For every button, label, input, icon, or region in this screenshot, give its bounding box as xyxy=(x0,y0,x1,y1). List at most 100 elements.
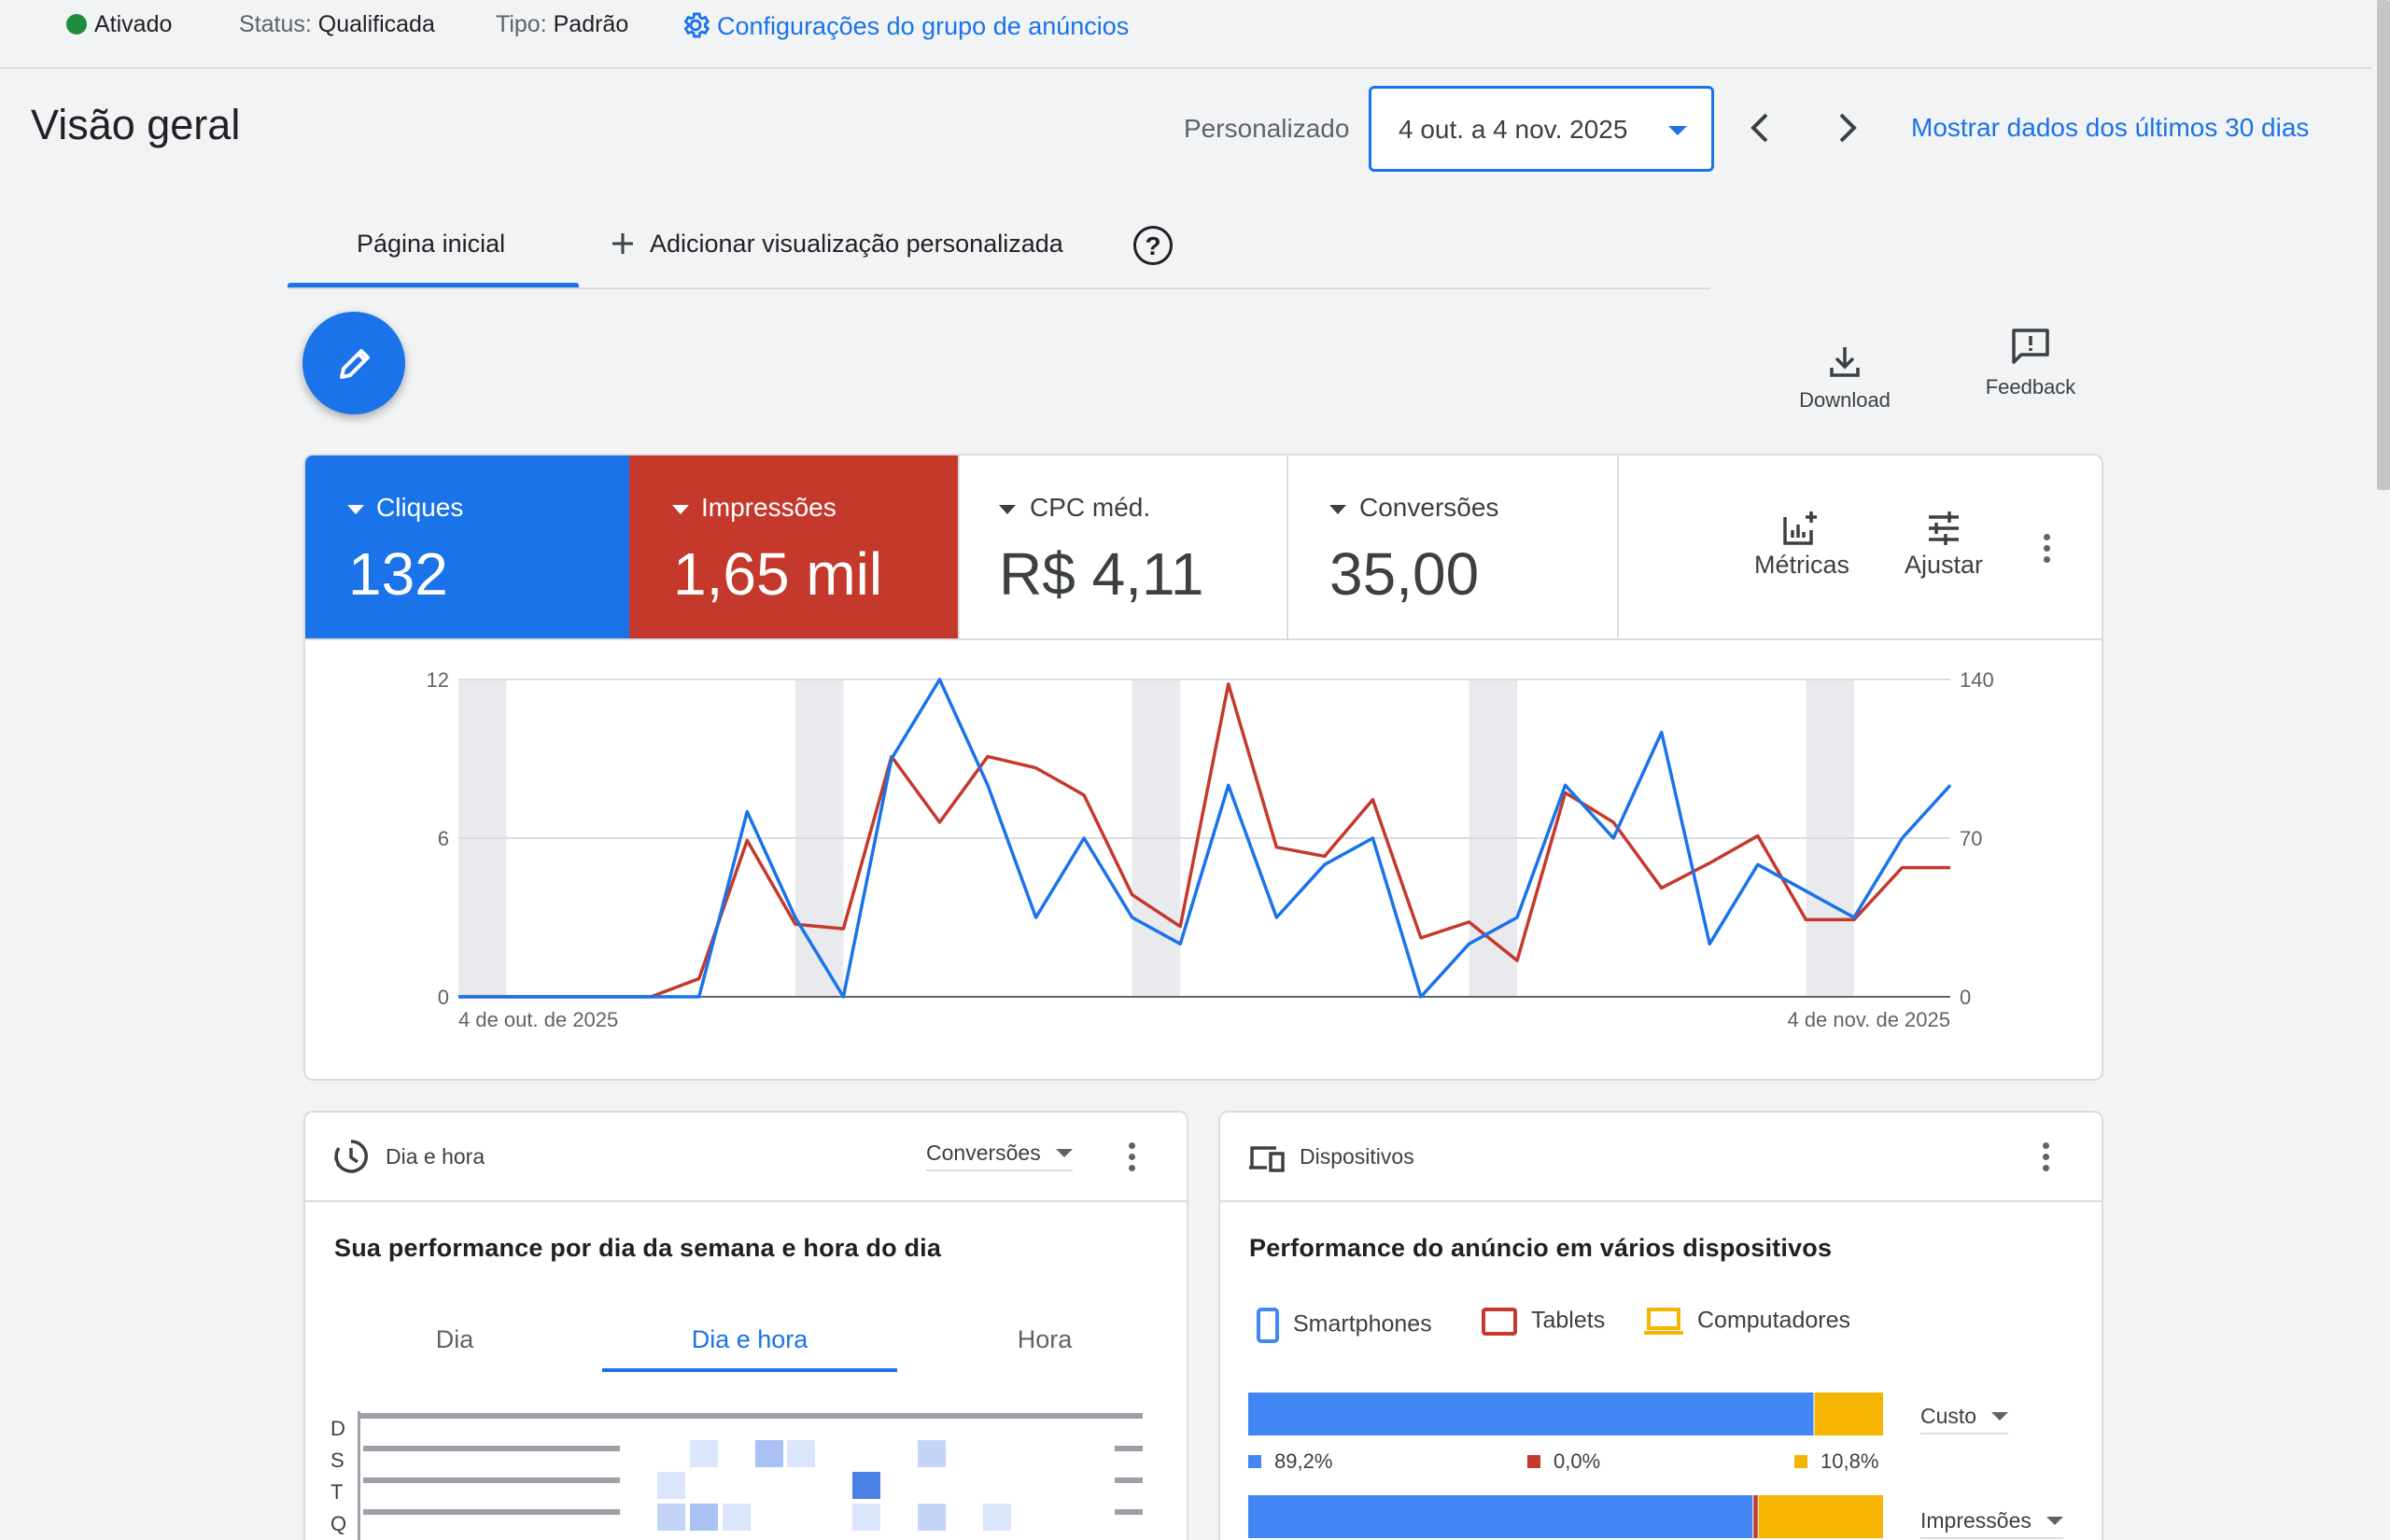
conversions-select[interactable]: Conversões xyxy=(926,1141,1074,1171)
next-period-icon[interactable] xyxy=(1828,107,1865,148)
pencil-icon xyxy=(340,349,370,379)
day-hour-heatmap xyxy=(358,1411,1143,1540)
metrics-button[interactable]: Métricas xyxy=(1741,510,1863,580)
metric-value: 1,65 mil xyxy=(673,540,883,608)
metric-tile-impressions[interactable]: Impressões 1,65 mil xyxy=(629,455,958,638)
schedule-icon xyxy=(334,1140,368,1173)
gear-icon xyxy=(683,12,710,38)
previous-period-icon[interactable] xyxy=(1742,107,1779,148)
download-label: Download xyxy=(1799,388,1891,412)
segment-day-hour[interactable]: Dia e hora xyxy=(602,1325,897,1354)
ad-group-settings-link[interactable]: Configurações do grupo de anúncios xyxy=(680,9,1129,41)
cost-metric-select[interactable]: Custo xyxy=(1920,1404,2009,1435)
caret-down-icon xyxy=(347,505,364,514)
adjust-button[interactable]: Ajustar xyxy=(1883,510,2004,580)
metric-value: 132 xyxy=(348,540,448,608)
select-value: Conversões xyxy=(926,1141,1041,1165)
share-tablets: 0,0% xyxy=(1527,1449,1600,1474)
download-button[interactable]: Download xyxy=(1789,343,1901,413)
enabled-status[interactable]: Ativado xyxy=(66,11,172,38)
active-segment-indicator xyxy=(602,1368,897,1372)
day-hour-card: Dia e hora Conversões Sua performance po… xyxy=(303,1111,1188,1540)
tab-home[interactable]: Página inicial xyxy=(357,230,505,259)
eligibility-status: Status: Qualificada xyxy=(239,11,435,38)
legend-label: Smartphones xyxy=(1293,1310,1432,1337)
segment-day[interactable]: Dia xyxy=(307,1325,602,1354)
page-scrollbar[interactable] xyxy=(2377,0,2390,490)
show-last-30-days-link[interactable]: Mostrar dados dos últimos 30 dias xyxy=(1911,113,2309,143)
bar-segment-computers xyxy=(1758,1495,1883,1538)
card-header: Dispositivos xyxy=(1220,1113,2102,1202)
select-value: Custo xyxy=(1920,1404,1977,1428)
performance-line-chart: 12 6 0 140 70 0 4 de out. de 2025 4 de nov. de … xyxy=(427,668,1994,1031)
devices-card: Dispositivos Performance do anúncio em v… xyxy=(1218,1111,2103,1540)
ad-group-type: Tipo: Padrão xyxy=(496,11,628,38)
share-label: 0,0% xyxy=(1554,1449,1601,1473)
feedback-button[interactable]: Feedback xyxy=(1975,327,2087,399)
status-label: Status: xyxy=(239,11,312,37)
share-label: 89,2% xyxy=(1274,1449,1333,1473)
feedback-label: Feedback xyxy=(1985,375,2076,399)
card-subtitle: Sua performance por dia da semana e hora… xyxy=(334,1234,942,1262)
more-options-icon[interactable] xyxy=(2043,534,2050,567)
y-left-tick: 0 xyxy=(438,986,449,1009)
add-custom-view-label: Adicionar visualização personalizada xyxy=(650,230,1063,258)
tabs-divider xyxy=(288,287,1710,289)
y-left-tick: 12 xyxy=(427,668,449,692)
more-options-icon[interactable] xyxy=(2042,1142,2049,1176)
segment-hour[interactable]: Hora xyxy=(897,1325,1187,1354)
tab-add-custom-view[interactable]: Adicionar visualização personalizada xyxy=(611,230,1063,259)
x-start-label: 4 de out. de 2025 xyxy=(458,1008,618,1031)
metric-tile-avg-cpc[interactable]: CPC méd. R$ 4,11 xyxy=(958,455,1286,638)
ad-group-status-bar: Ativado Status: Qualificada Tipo: Padrão… xyxy=(0,0,2371,69)
period-label: Personalizado xyxy=(1184,114,1350,143)
x-end-label: 4 de nov. de 2025 xyxy=(1787,1008,1950,1031)
feedback-icon xyxy=(2012,329,2049,364)
dropdown-arrow-icon xyxy=(2046,1517,2064,1525)
date-range-select[interactable]: 4 out. a 4 nov. 2025 xyxy=(1369,86,1714,172)
impressions-metric-select[interactable]: Impressões xyxy=(1920,1508,2064,1539)
share-smartphones: 89,2% xyxy=(1248,1449,1332,1474)
bar-segment-smartphones xyxy=(1248,1393,1815,1435)
status-value: Qualificada xyxy=(317,11,435,37)
legend-smartphones: Smartphones xyxy=(1256,1307,1432,1344)
metrics-label: Métricas xyxy=(1753,551,1849,579)
legend-label: Computadores xyxy=(1697,1307,1850,1334)
legend-label: Tablets xyxy=(1531,1307,1606,1334)
caret-down-icon xyxy=(999,505,1016,514)
metric-name: Conversões xyxy=(1359,493,1499,522)
status-dot-icon xyxy=(66,14,87,35)
more-options-icon[interactable] xyxy=(1128,1142,1135,1176)
edit-fab-button[interactable] xyxy=(302,312,405,414)
tablet-icon xyxy=(1482,1308,1517,1336)
type-label: Tipo: xyxy=(496,11,547,37)
help-icon[interactable]: ? xyxy=(1133,226,1173,265)
y-right-tick: 140 xyxy=(1960,668,1994,692)
card-subtitle: Performance do anúncio em vários disposi… xyxy=(1249,1234,1833,1262)
smartphone-icon xyxy=(1257,1308,1279,1343)
tune-icon xyxy=(1929,511,1959,545)
adjust-label: Ajustar xyxy=(1904,551,1984,579)
metric-tile-conversions[interactable]: Conversões 35,00 xyxy=(1288,455,1617,638)
date-range-value: 4 out. a 4 nov. 2025 xyxy=(1399,115,1628,144)
share-label: 10,8% xyxy=(1821,1449,1879,1473)
y-right-tick: 0 xyxy=(1960,986,1971,1009)
caret-down-icon xyxy=(672,505,689,514)
metric-tile-clicks[interactable]: Cliques 132 xyxy=(305,455,629,638)
tile-divider xyxy=(1617,455,1619,638)
share-computers: 10,8% xyxy=(1794,1449,1878,1474)
dropdown-arrow-icon xyxy=(1991,1412,2009,1421)
bar-segment-computers xyxy=(1814,1393,1883,1435)
metric-value: R$ 4,11 xyxy=(999,540,1204,608)
card-title: Dia e hora xyxy=(386,1144,485,1169)
y-left-tick: 6 xyxy=(438,827,449,850)
active-tab-indicator xyxy=(288,283,579,287)
type-value: Padrão xyxy=(553,11,629,37)
plus-icon xyxy=(612,233,633,254)
enabled-status-text: Ativado xyxy=(94,11,173,37)
y-right-tick: 70 xyxy=(1960,827,1982,850)
legend-computers: Computadores xyxy=(1643,1307,1850,1337)
download-icon xyxy=(1830,347,1860,377)
bar-segment-smartphones xyxy=(1248,1495,1754,1538)
card-title: Dispositivos xyxy=(1300,1144,1414,1169)
